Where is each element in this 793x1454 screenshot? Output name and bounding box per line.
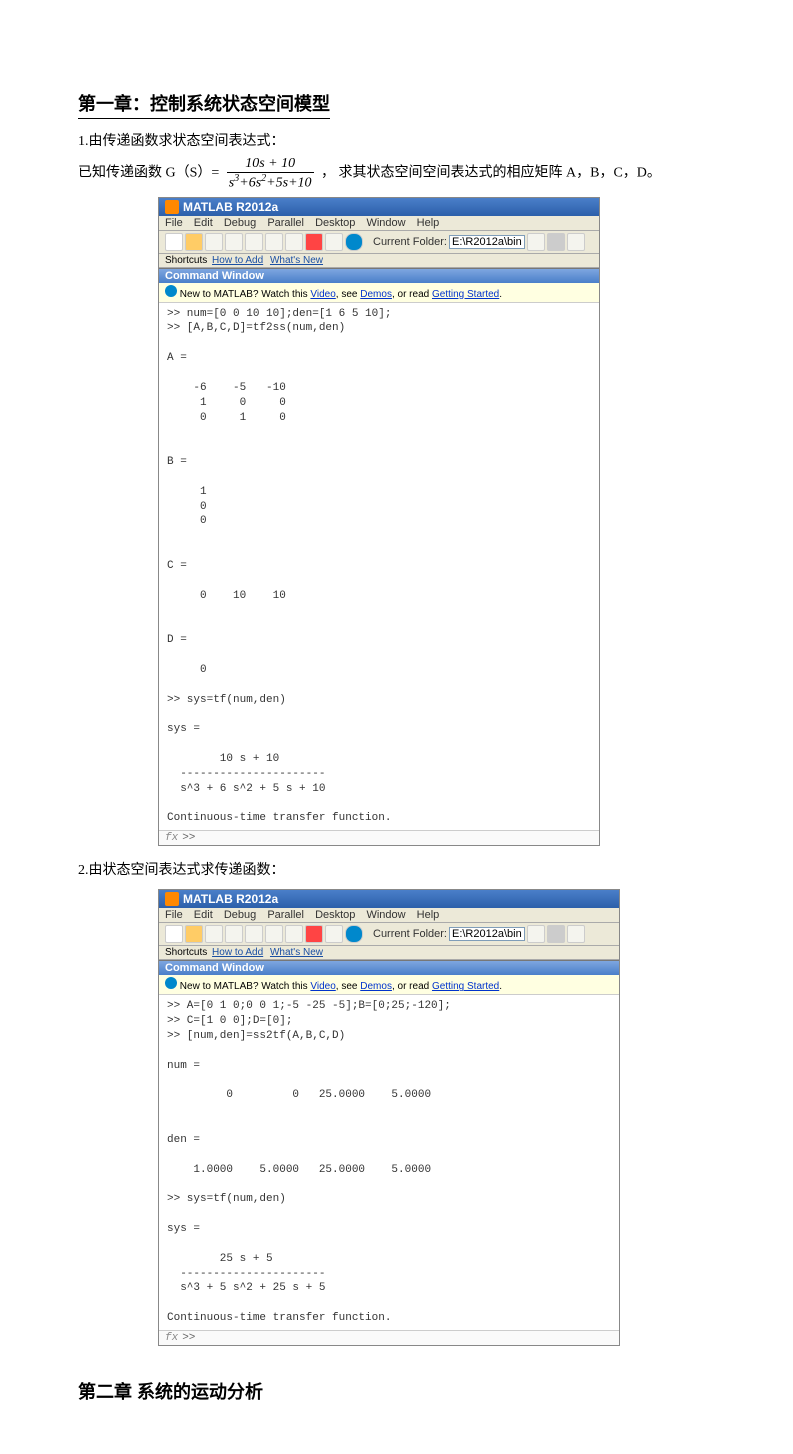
help-icon[interactable]	[345, 925, 363, 943]
guide-icon[interactable]	[325, 925, 343, 943]
newto-mid1: , see	[336, 289, 360, 300]
cut-icon[interactable]	[205, 233, 223, 251]
menu-debug[interactable]: Debug	[224, 217, 256, 229]
undo-icon[interactable]	[265, 925, 283, 943]
menu-edit[interactable]: Edit	[194, 217, 213, 229]
copy-icon[interactable]	[225, 233, 243, 251]
menu-help[interactable]: Help	[417, 909, 440, 921]
item-1-formula-line: 已知传递函数 G（S）= 10s + 10 s3+6s2+5s+10 ， 求其状…	[78, 156, 715, 190]
folder-dropdown-icon[interactable]	[527, 233, 545, 251]
info-icon	[165, 285, 177, 297]
current-folder-input[interactable]: E:\R2012a\bin	[449, 235, 525, 249]
menu-window[interactable]: Window	[366, 217, 405, 229]
newto-getting-started-link[interactable]: Getting Started	[432, 289, 499, 300]
paste-icon[interactable]	[245, 925, 263, 943]
new-icon[interactable]	[165, 233, 183, 251]
matlab-menubar: File Edit Debug Parallel Desktop Window …	[159, 216, 599, 231]
fx-prompt: >>	[182, 832, 195, 844]
item-1-prefix: 已知传递函数 G（S）=	[78, 166, 219, 181]
shortcuts-label: Shortcuts	[165, 947, 210, 958]
redo-icon[interactable]	[285, 233, 303, 251]
newto-prefix: New to MATLAB? Watch this	[180, 289, 311, 300]
fx-icon: fx	[165, 832, 178, 844]
chapter-2-title: 第二章 系统的运动分析	[78, 1378, 263, 1406]
fx-icon: fx	[165, 1332, 178, 1344]
item-1-label: 1.由传递函数求状态空间表达式：	[78, 129, 715, 154]
menu-window[interactable]: Window	[366, 909, 405, 921]
go-up-icon[interactable]	[567, 925, 585, 943]
cut-icon[interactable]	[205, 925, 223, 943]
menu-edit[interactable]: Edit	[194, 909, 213, 921]
new-to-matlab-bar: New to MATLAB? Watch this Video, see Dem…	[159, 283, 599, 303]
matlab-toolbar: Current Folder: E:\R2012a\bin	[159, 923, 619, 946]
newto-video-link[interactable]: Video	[310, 981, 335, 992]
newto-mid2: , or read	[392, 289, 432, 300]
browse-folder-icon[interactable]	[547, 233, 565, 251]
undo-icon[interactable]	[265, 233, 283, 251]
newto-prefix: New to MATLAB? Watch this	[180, 981, 311, 992]
matlab-window-1: MATLAB R2012a File Edit Debug Parallel D…	[158, 197, 600, 847]
newto-getting-started-link[interactable]: Getting Started	[432, 981, 499, 992]
command-prompt-line[interactable]: fx >>	[159, 830, 599, 845]
matlab-title-text: MATLAB R2012a	[183, 200, 278, 214]
newto-mid1: , see	[336, 981, 360, 992]
fraction-numerator: 10s + 10	[243, 156, 297, 171]
command-window-body[interactable]: >> num=[0 0 10 10];den=[1 6 5 10]; >> [A…	[159, 303, 599, 831]
shortcuts-whats-new[interactable]: What's New	[270, 255, 323, 266]
menu-file[interactable]: File	[165, 217, 183, 229]
current-folder-input[interactable]: E:\R2012a\bin	[449, 927, 525, 941]
matlab-shortcuts-bar: Shortcuts How to Add What's New	[159, 946, 619, 960]
new-icon[interactable]	[165, 925, 183, 943]
command-window-titlebar: Command Window	[159, 268, 599, 283]
chapter-1-title: 第一章：控制系统状态空间模型	[78, 90, 330, 119]
menu-parallel[interactable]: Parallel	[267, 909, 304, 921]
matlab-shortcuts-bar: Shortcuts How to Add What's New	[159, 254, 599, 268]
menu-parallel[interactable]: Parallel	[267, 217, 304, 229]
current-folder-label: Current Folder:	[373, 236, 447, 248]
copy-icon[interactable]	[225, 925, 243, 943]
fx-prompt: >>	[182, 1332, 195, 1344]
info-icon	[165, 977, 177, 989]
guide-icon[interactable]	[325, 233, 343, 251]
new-to-matlab-bar: New to MATLAB? Watch this Video, see Dem…	[159, 975, 619, 995]
fraction-denominator: s3+6s2+5s+10	[227, 172, 314, 191]
matlab-logo-icon	[165, 200, 179, 214]
matlab-menubar: File Edit Debug Parallel Desktop Window …	[159, 908, 619, 923]
command-prompt-line[interactable]: fx >>	[159, 1330, 619, 1345]
simulink-icon[interactable]	[305, 925, 323, 943]
newto-mid2: , or read	[392, 981, 432, 992]
matlab-title-text: MATLAB R2012a	[183, 892, 278, 906]
menu-desktop[interactable]: Desktop	[315, 909, 355, 921]
open-icon[interactable]	[185, 925, 203, 943]
matlab-window-2: MATLAB R2012a File Edit Debug Parallel D…	[158, 889, 620, 1346]
help-icon[interactable]	[345, 233, 363, 251]
simulink-icon[interactable]	[305, 233, 323, 251]
open-icon[interactable]	[185, 233, 203, 251]
current-folder-label: Current Folder:	[373, 928, 447, 940]
command-window-body[interactable]: >> A=[0 1 0;0 0 1;-5 -25 -5];B=[0;25;-12…	[159, 995, 619, 1330]
redo-icon[interactable]	[285, 925, 303, 943]
matlab-toolbar: Current Folder: E:\R2012a\bin	[159, 231, 599, 254]
item-1-suffix: ， 求其状态空间空间表达式的相应矩阵 A，B，C，D。	[321, 166, 661, 181]
folder-dropdown-icon[interactable]	[527, 925, 545, 943]
shortcuts-how-to-add[interactable]: How to Add	[212, 255, 263, 266]
shortcuts-label: Shortcuts	[165, 255, 210, 266]
matlab-titlebar: MATLAB R2012a	[159, 890, 619, 908]
shortcuts-whats-new[interactable]: What's New	[270, 947, 323, 958]
newto-demos-link[interactable]: Demos	[360, 289, 392, 300]
menu-debug[interactable]: Debug	[224, 909, 256, 921]
paste-icon[interactable]	[245, 233, 263, 251]
menu-file[interactable]: File	[165, 909, 183, 921]
go-up-icon[interactable]	[567, 233, 585, 251]
matlab-titlebar: MATLAB R2012a	[159, 198, 599, 216]
browse-folder-icon[interactable]	[547, 925, 565, 943]
newto-demos-link[interactable]: Demos	[360, 981, 392, 992]
newto-video-link[interactable]: Video	[310, 289, 335, 300]
shortcuts-how-to-add[interactable]: How to Add	[212, 947, 263, 958]
command-window-titlebar: Command Window	[159, 960, 619, 975]
item-2-label: 2.由状态空间表达式求传递函数：	[78, 858, 715, 883]
menu-desktop[interactable]: Desktop	[315, 217, 355, 229]
menu-help[interactable]: Help	[417, 217, 440, 229]
matlab-logo-icon	[165, 892, 179, 906]
